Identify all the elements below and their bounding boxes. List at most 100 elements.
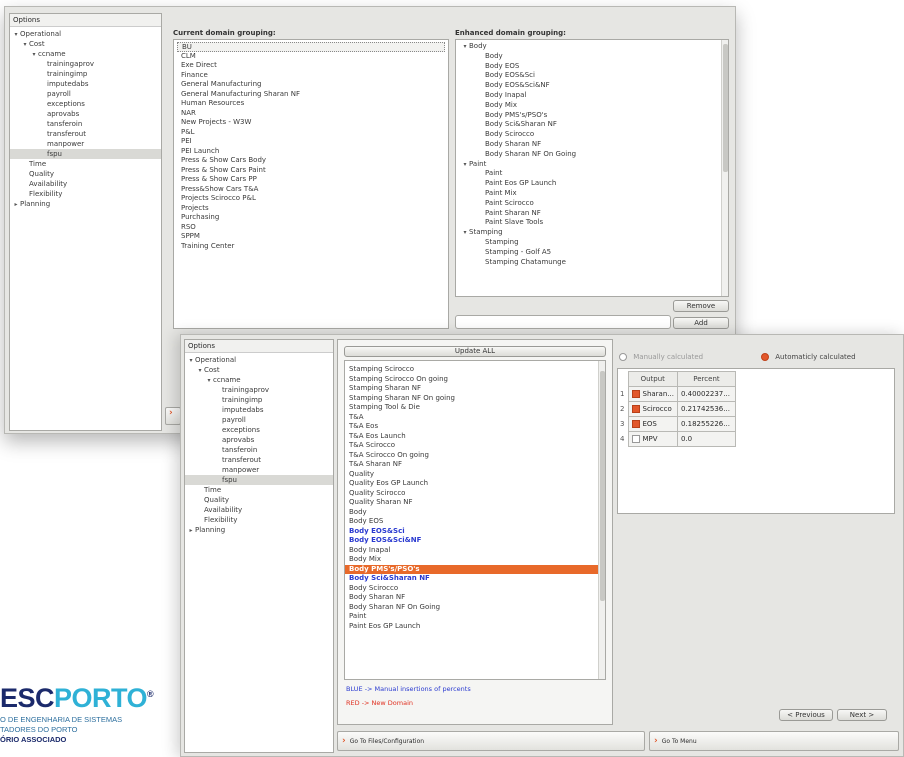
add-domain-input[interactable]	[455, 315, 671, 329]
list-item[interactable]: Body Inapal	[345, 546, 605, 556]
auto-option[interactable]: Automaticly calculated	[761, 353, 856, 361]
output-checkbox[interactable]	[631, 405, 640, 413]
tree-item[interactable]: imputedabs	[185, 405, 333, 415]
tree-item[interactable]: ▸ Planning	[185, 525, 333, 535]
group-item[interactable]: Stamping Chatamunge	[459, 258, 725, 268]
list-item[interactable]: New Projects - W3W	[177, 118, 445, 128]
current-grouping-list[interactable]: BU CLM Exe Direct Finance General Manufactur…	[173, 39, 449, 329]
list-item[interactable]: Body Mix	[345, 555, 605, 565]
tree-item[interactable]: Quality	[10, 169, 161, 179]
group-item[interactable]: Paint Scirocco	[459, 199, 725, 209]
tree-item[interactable]: transferout	[10, 129, 161, 139]
list-item[interactable]: T&A Scirocco	[345, 441, 605, 451]
tree-item[interactable]: ▾ ccname	[10, 49, 161, 59]
tree-item[interactable]: trainingimp	[10, 69, 161, 79]
tree-item[interactable]: ▾ ccname	[185, 375, 333, 385]
group-item[interactable]: Body Inapal	[459, 91, 725, 101]
tree-item[interactable]: Time	[10, 159, 161, 169]
list-item[interactable]: Stamping Sharan NF On going	[345, 394, 605, 404]
tree-item[interactable]: ▾ Cost	[185, 365, 333, 375]
tree-item[interactable]: ▸ Planning	[10, 199, 161, 209]
group-item[interactable]: Body EOS&Sci&NF	[459, 81, 725, 91]
remove-button[interactable]: Remove	[673, 300, 729, 312]
list-item[interactable]: Paint	[345, 612, 605, 622]
list-item[interactable]: Body Sharan NF On Going	[345, 603, 605, 613]
list-item[interactable]: SPPM	[177, 232, 445, 242]
tree-item[interactable]: ▾ Operational	[185, 355, 333, 365]
group-item[interactable]: Body Mix	[459, 101, 725, 111]
group-header[interactable]: ▾ Paint	[459, 160, 725, 170]
list-item[interactable]: Body	[345, 508, 605, 518]
list-item[interactable]: BU	[177, 42, 445, 52]
output-cell[interactable]: MPV	[627, 431, 678, 447]
list-item[interactable]: PEI	[177, 137, 445, 147]
percent-cell[interactable]: 0.18255226...	[676, 416, 736, 432]
manual-option[interactable]: Manually calculated	[619, 353, 703, 361]
tree-item[interactable]: trainingaprov	[185, 385, 333, 395]
domain-list[interactable]: Stamping Scirocco Stamping Scirocco On go…	[344, 360, 606, 680]
output-cell[interactable]: Sharan...	[627, 386, 678, 402]
list-item[interactable]: Stamping Scirocco	[345, 365, 605, 375]
group-item[interactable]: Body Sharan NF On Going	[459, 150, 725, 160]
list-item[interactable]: Body PMS's/PSO's	[345, 564, 605, 574]
tree-item[interactable]: manpower	[10, 139, 161, 149]
tree-item[interactable]: Time	[185, 485, 333, 495]
group-item[interactable]: Stamping	[459, 238, 725, 248]
tree-item[interactable]: aprovabs	[185, 435, 333, 445]
percent-cell[interactable]: 0.0	[676, 431, 736, 447]
group-item[interactable]: Body Sharan NF	[459, 140, 725, 150]
update-all-button[interactable]: Update ALL	[344, 346, 606, 357]
group-item[interactable]: Stamping - Golf A5	[459, 248, 725, 258]
tree-item[interactable]: tansferoin	[10, 119, 161, 129]
group-item[interactable]: Body EOS	[459, 62, 725, 72]
tree-item[interactable]: aprovabs	[10, 109, 161, 119]
percent-cell[interactable]: 0.40002237...	[676, 386, 736, 402]
list-item[interactable]: Body Sci&Sharan NF	[345, 574, 605, 584]
output-cell[interactable]: Scirocco	[627, 401, 678, 417]
list-item[interactable]: Quality Eos GP Launch	[345, 479, 605, 489]
output-checkbox[interactable]	[631, 420, 640, 428]
group-item[interactable]: Paint	[459, 169, 725, 179]
tree-item[interactable]: payroll	[10, 89, 161, 99]
list-item[interactable]: Quality	[345, 470, 605, 480]
list-item[interactable]: Training Center	[177, 242, 445, 252]
tree-item[interactable]: ▾ Cost	[10, 39, 161, 49]
next-button[interactable]: Next >	[837, 709, 887, 721]
list-item[interactable]: Exe Direct	[177, 61, 445, 71]
tree-item[interactable]: manpower	[185, 465, 333, 475]
output-checkbox[interactable]	[631, 435, 640, 443]
list-item[interactable]: Press & Show Cars Body	[177, 156, 445, 166]
tree-item[interactable]: fspu	[185, 475, 333, 485]
table-row[interactable]: 2 Scirocco 0.21742536...	[618, 401, 736, 417]
list-item[interactable]: Body EOS	[345, 517, 605, 527]
list-item[interactable]: Quality Scirocco	[345, 489, 605, 499]
group-header[interactable]: ▾ Stamping	[459, 228, 725, 238]
tree-item[interactable]: tansferoin	[185, 445, 333, 455]
table-row[interactable]: 4 MPV 0.0	[618, 431, 736, 447]
list-item[interactable]: Press & Show Cars PP	[177, 175, 445, 185]
list-item[interactable]: Body EOS&Sci&NF	[345, 536, 605, 546]
group-item[interactable]: Body EOS&Sci	[459, 71, 725, 81]
list-item[interactable]: PEI Launch	[177, 147, 445, 157]
goto-menu-bar[interactable]: › Go To Menu	[649, 731, 899, 751]
list-item[interactable]: T&A	[345, 413, 605, 423]
manual-radio[interactable]	[619, 353, 627, 361]
tree-item[interactable]: payroll	[185, 415, 333, 425]
tree-item[interactable]: transferout	[185, 455, 333, 465]
table-row[interactable]: 1 Sharan... 0.40002237...	[618, 386, 736, 402]
list-item[interactable]: NAR	[177, 109, 445, 119]
list-item[interactable]: Human Resources	[177, 99, 445, 109]
group-item[interactable]: Body Sci&Sharan NF	[459, 120, 725, 130]
list-item[interactable]: Purchasing	[177, 213, 445, 223]
enhanced-grouping-tree[interactable]: ▾ Body Body Body EOS Body EOS&Sci Body EOS&Sc…	[455, 39, 729, 297]
tree-item[interactable]: trainingimp	[185, 395, 333, 405]
tree-item[interactable]: exceptions	[10, 99, 161, 109]
tree-item[interactable]: exceptions	[185, 425, 333, 435]
list-item[interactable]: T&A Sharan NF	[345, 460, 605, 470]
tree-item[interactable]: Flexibility	[10, 189, 161, 199]
list-item[interactable]: Stamping Tool & Die	[345, 403, 605, 413]
list-item[interactable]: General Manufacturing Sharan NF	[177, 90, 445, 100]
list-item[interactable]: Stamping Scirocco On going	[345, 375, 605, 385]
goto-files-bar[interactable]: › Go To Files/Configuration	[337, 731, 645, 751]
list-item[interactable]: Press & Show Cars Paint	[177, 166, 445, 176]
